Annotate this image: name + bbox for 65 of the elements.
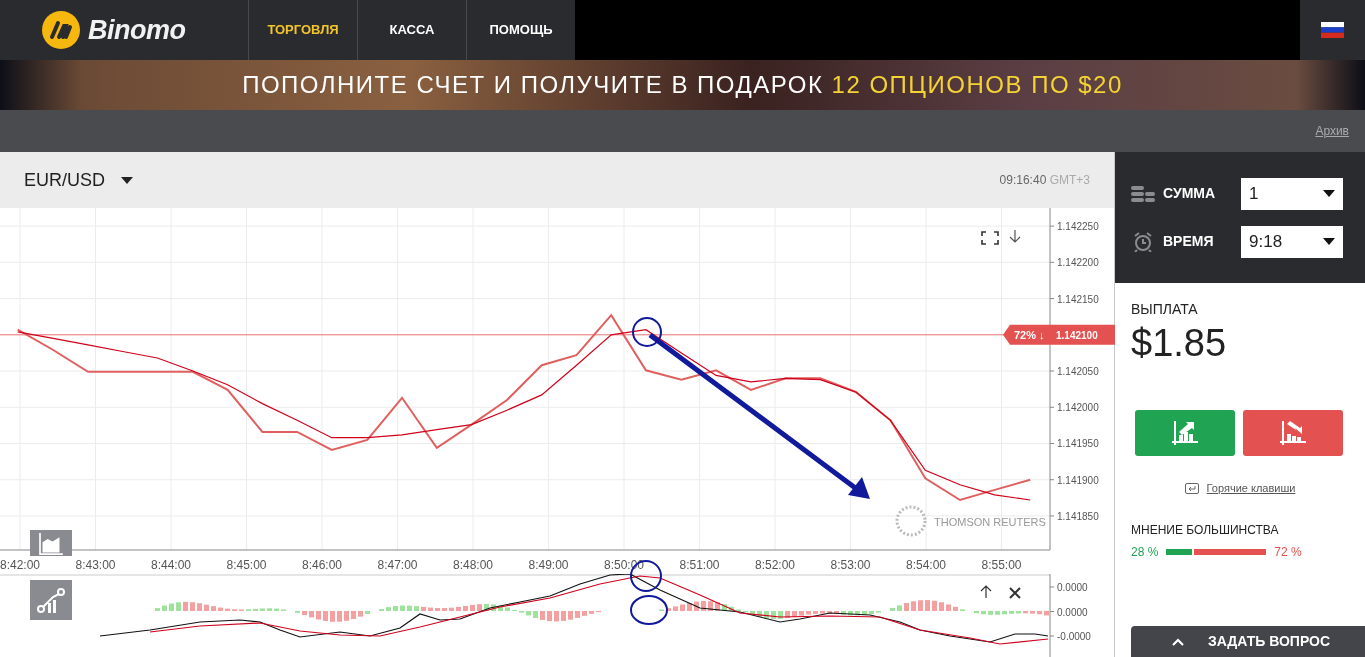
ask-question-button[interactable]: ЗАДАТЬ ВОПРОС: [1131, 626, 1365, 657]
time-label: ВРЕМЯ: [1163, 232, 1215, 251]
up-percent: 28 %: [1131, 543, 1159, 561]
time-axis-label: 8:53:00: [830, 558, 871, 572]
time-axis-label: 8:45:00: [226, 558, 267, 572]
time-axis-label: 8:48:00: [453, 558, 494, 572]
promo-banner[interactable]: ПОПОЛНИТЕ СЧЕТ И ПОЛУЧИТЕ В ПОДАРОК 12 ОПЦИОНОВ ПО $20: [0, 60, 1365, 110]
price-axis-label: 1.141900: [1057, 474, 1099, 486]
flag-icon[interactable]: [1321, 22, 1344, 38]
indicators-button[interactable]: [30, 580, 72, 620]
promo-text: ПОПОЛНИТЕ СЧЕТ И ПОЛУЧИТЕ В ПОДАРОК 12 ОПЦИОНОВ ПО $20: [242, 70, 1123, 100]
price-axis-label: 1.142200: [1057, 257, 1099, 269]
time-axis-label: 8:46:00: [302, 558, 343, 572]
caret-icon: [1323, 190, 1335, 197]
time-axis-label: 8:54:00: [906, 558, 947, 572]
payout-label: ВЫПЛАТА: [1131, 300, 1199, 319]
chevron-up-icon: [1171, 637, 1184, 646]
keyboard-key-icon: [1184, 482, 1199, 494]
time-axis-label: 8:44:00: [151, 558, 192, 572]
time-axis-label: 8:51:00: [679, 558, 720, 572]
rising-chart-icon: [1172, 421, 1198, 445]
price-axis-label: 1.141850: [1057, 510, 1099, 522]
call-button[interactable]: [1135, 410, 1235, 456]
close-icon[interactable]: [1009, 587, 1021, 599]
majority-label: МНЕНИЕ БОЛЬШИНСТВА: [1131, 521, 1280, 539]
indicator-axis-label: 0.0000: [1057, 606, 1088, 618]
amount-label: СУММА: [1163, 184, 1217, 203]
price-axis-label: 1.142050: [1057, 366, 1099, 378]
hotkeys-link[interactable]: Горячие клавиши: [1206, 480, 1296, 497]
time-axis-label: 8:47:00: [377, 558, 418, 572]
circle-annotation: [630, 595, 668, 625]
time-select[interactable]: 9:18: [1241, 225, 1343, 258]
circle-annotation: [632, 317, 662, 347]
amount-select[interactable]: 1: [1241, 177, 1343, 210]
chart-type-button[interactable]: [30, 530, 72, 556]
trend-chart-icon: [37, 587, 65, 613]
falling-chart-icon: [1280, 421, 1306, 445]
put-button[interactable]: [1243, 410, 1343, 456]
server-time: 09:16:40 GMT+3: [999, 172, 1090, 189]
download-icon[interactable]: [1009, 229, 1021, 243]
indicator-axis-label: 0.0000: [1057, 582, 1088, 593]
time-axis-label: 8:42:00: [0, 558, 41, 572]
time-axis-label: 8:49:00: [528, 558, 569, 572]
provider-logo: THOMSON REUTERS: [895, 505, 1046, 537]
logo-icon: [42, 11, 80, 49]
price-axis-label: 1.142000: [1057, 402, 1099, 414]
coins-icon: [1131, 184, 1155, 203]
indicator-axis-label: -0.0000: [1057, 631, 1091, 642]
fullscreen-icon[interactable]: [981, 231, 999, 245]
arrow-up-icon[interactable]: [980, 585, 992, 599]
price-axis-label: 1.142150: [1057, 293, 1099, 305]
time-axis-label: 8:43:00: [75, 558, 116, 572]
logo-text: Binomo: [88, 13, 186, 47]
ref-line-label: 1.142100: [1056, 329, 1099, 341]
down-percent: 72 %: [1274, 543, 1302, 561]
asset-dropdown[interactable]: EUR/USD: [24, 166, 133, 194]
time-axis-label: 8:52:00: [755, 558, 796, 572]
caret-icon: [121, 176, 133, 184]
price-axis-label: 1.141950: [1057, 438, 1099, 450]
archive-link[interactable]: Архив: [1315, 122, 1349, 140]
payout-value: $1.85: [1131, 324, 1228, 362]
time-axis-label: 8:55:00: [981, 558, 1022, 572]
caret-icon: [1323, 238, 1335, 245]
price-axis-label: 1.142250: [1057, 221, 1099, 233]
area-chart-icon: [38, 532, 64, 555]
